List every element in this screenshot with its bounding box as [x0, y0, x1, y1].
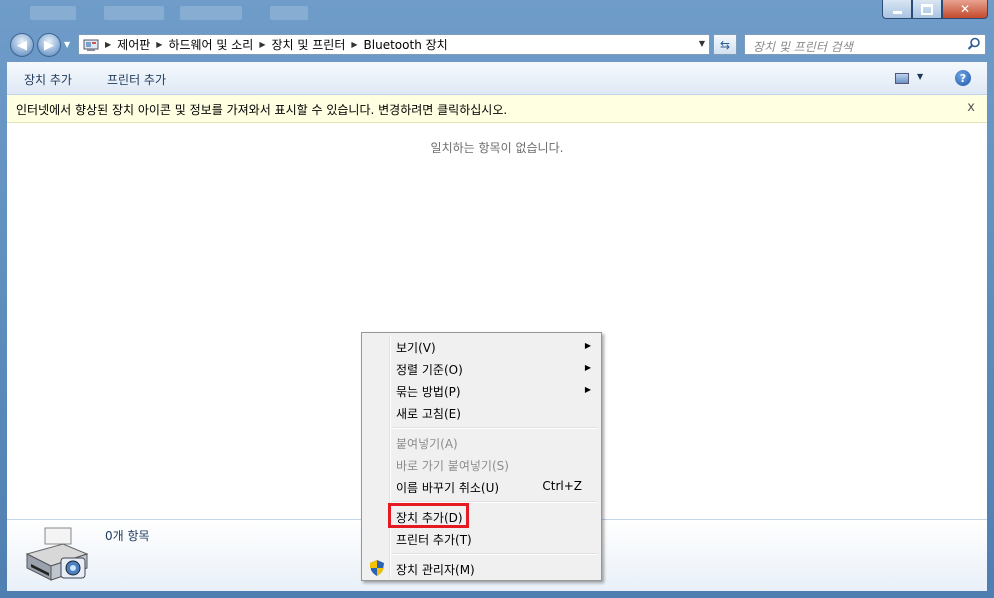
view-options-dropdown-icon[interactable]: ▼ — [917, 72, 923, 81]
blurred-title-fragment — [270, 6, 308, 20]
breadcrumb-item[interactable]: 제어판 — [117, 36, 150, 53]
submenu-arrow-icon: ▶ — [584, 363, 591, 372]
info-bar[interactable]: 인터넷에서 향상된 장치 아이콘 및 정보를 가져와서 표시할 수 있습니다. … — [7, 95, 987, 123]
menu-item-label: 보기(V) — [396, 341, 436, 355]
menu-item-add-printer[interactable]: 프린터 추가(T) — [364, 527, 599, 549]
menu-separator — [392, 553, 597, 555]
printer-camera-icon — [25, 527, 89, 581]
menu-item-paste: 붙여넣기(A) — [364, 431, 599, 453]
navigation-bar: ◀ ▶ ▼ ▶ 제어판 ▶ 하드웨어 및 소리 ▶ 장치 및 프린터 ▶ Blu… — [0, 31, 994, 60]
change-view-icon[interactable] — [895, 73, 909, 84]
search-input[interactable]: 장치 및 프린터 검색 — [744, 34, 986, 55]
search-icon[interactable] — [967, 37, 981, 51]
menu-item-label: 묶는 방법(P) — [396, 385, 461, 399]
minimize-icon — [892, 10, 902, 14]
back-button[interactable]: ◀ — [10, 33, 34, 57]
breadcrumb-arrow-icon[interactable]: ▶ — [156, 40, 162, 49]
breadcrumb-arrow-icon: ▶ — [105, 40, 112, 49]
menu-item-label: 프린터 추가(T) — [396, 533, 472, 547]
menu-item-label: 새로 고침(E) — [396, 407, 461, 421]
window-controls: ✕ — [882, 0, 988, 20]
address-bar[interactable]: ▶ 제어판 ▶ 하드웨어 및 소리 ▶ 장치 및 프린터 ▶ Bluetooth… — [78, 34, 710, 55]
breadcrumb-arrow-icon[interactable]: ▶ — [351, 40, 357, 49]
control-panel-icon — [83, 39, 99, 51]
search-placeholder: 장치 및 프린터 검색 — [753, 40, 853, 54]
menu-item-label: 정렬 기준(O) — [396, 363, 463, 377]
maximize-icon — [921, 3, 933, 15]
refresh-icon: ⇆ — [719, 37, 731, 52]
address-history-dropdown-icon[interactable]: ▼ — [699, 39, 705, 48]
command-bar: 장치 추가 프린터 추가 ▼ ? — [7, 62, 987, 95]
item-count: 0개 항목 — [105, 529, 150, 543]
menu-item-label: 장치 관리자(M) — [396, 563, 475, 577]
chevron-down-icon: ▼ — [64, 40, 71, 49]
submenu-arrow-icon: ▶ — [584, 341, 591, 350]
empty-results-message: 일치하는 항목이 없습니다. — [430, 141, 564, 155]
help-label: ? — [959, 71, 967, 85]
menu-item-refresh[interactable]: 새로 고침(E) — [364, 401, 599, 423]
forward-arrow-icon: ▶ — [44, 37, 54, 53]
breadcrumb-item[interactable]: Bluetooth 장치 — [364, 36, 448, 53]
close-icon: ✕ — [959, 2, 971, 16]
back-arrow-icon: ◀ — [17, 37, 27, 53]
blurred-title-fragment — [180, 6, 242, 20]
menu-item-label: 이름 바꾸기 취소(U) — [396, 481, 500, 495]
maximize-button[interactable] — [912, 0, 942, 19]
help-icon[interactable]: ? — [955, 70, 971, 86]
submenu-arrow-icon: ▶ — [584, 385, 591, 394]
menu-item-label: 바로 가기 붙여넣기(S) — [396, 459, 509, 473]
recent-pages-dropdown[interactable]: ▼ — [64, 40, 70, 49]
context-menu: 보기(V) ▶ 정렬 기준(O) ▶ 묶는 방법(P) ▶ 새로 고침(E) 붙… — [361, 332, 602, 581]
breadcrumb-item[interactable]: 하드웨어 및 소리 — [168, 36, 253, 53]
menu-item-group-by[interactable]: 묶는 방법(P) ▶ — [364, 379, 599, 401]
menu-item-label: 붙여넣기(A) — [396, 437, 458, 451]
annotation-highlight-box — [388, 503, 469, 528]
refresh-button[interactable]: ⇆ — [713, 34, 737, 55]
blurred-title-fragment — [30, 6, 76, 20]
blurred-title-fragment — [104, 6, 164, 20]
menu-item-paste-shortcut: 바로 가기 붙여넣기(S) — [364, 453, 599, 475]
menu-item-view[interactable]: 보기(V) ▶ — [364, 335, 599, 357]
breadcrumb-arrow-icon[interactable]: ▶ — [259, 40, 265, 49]
add-device-button[interactable]: 장치 추가 — [24, 71, 72, 88]
uac-shield-icon — [370, 560, 384, 576]
close-button[interactable]: ✕ — [942, 0, 988, 19]
info-bar-close-icon[interactable]: x — [967, 100, 975, 115]
menu-item-shortcut: Ctrl+Z — [542, 479, 582, 493]
menu-item-device-manager[interactable]: 장치 관리자(M) — [364, 557, 599, 579]
menu-item-sort-by[interactable]: 정렬 기준(O) ▶ — [364, 357, 599, 379]
minimize-button[interactable] — [882, 0, 912, 19]
forward-button[interactable]: ▶ — [37, 33, 61, 57]
menu-separator — [392, 427, 597, 429]
info-bar-message[interactable]: 인터넷에서 향상된 장치 아이콘 및 정보를 가져와서 표시할 수 있습니다. … — [16, 101, 507, 118]
title-bar: ✕ — [0, 0, 994, 30]
menu-item-undo-rename[interactable]: 이름 바꾸기 취소(U) Ctrl+Z — [364, 475, 599, 497]
add-printer-button[interactable]: 프린터 추가 — [107, 71, 166, 88]
breadcrumb-item[interactable]: 장치 및 프린터 — [272, 36, 346, 53]
